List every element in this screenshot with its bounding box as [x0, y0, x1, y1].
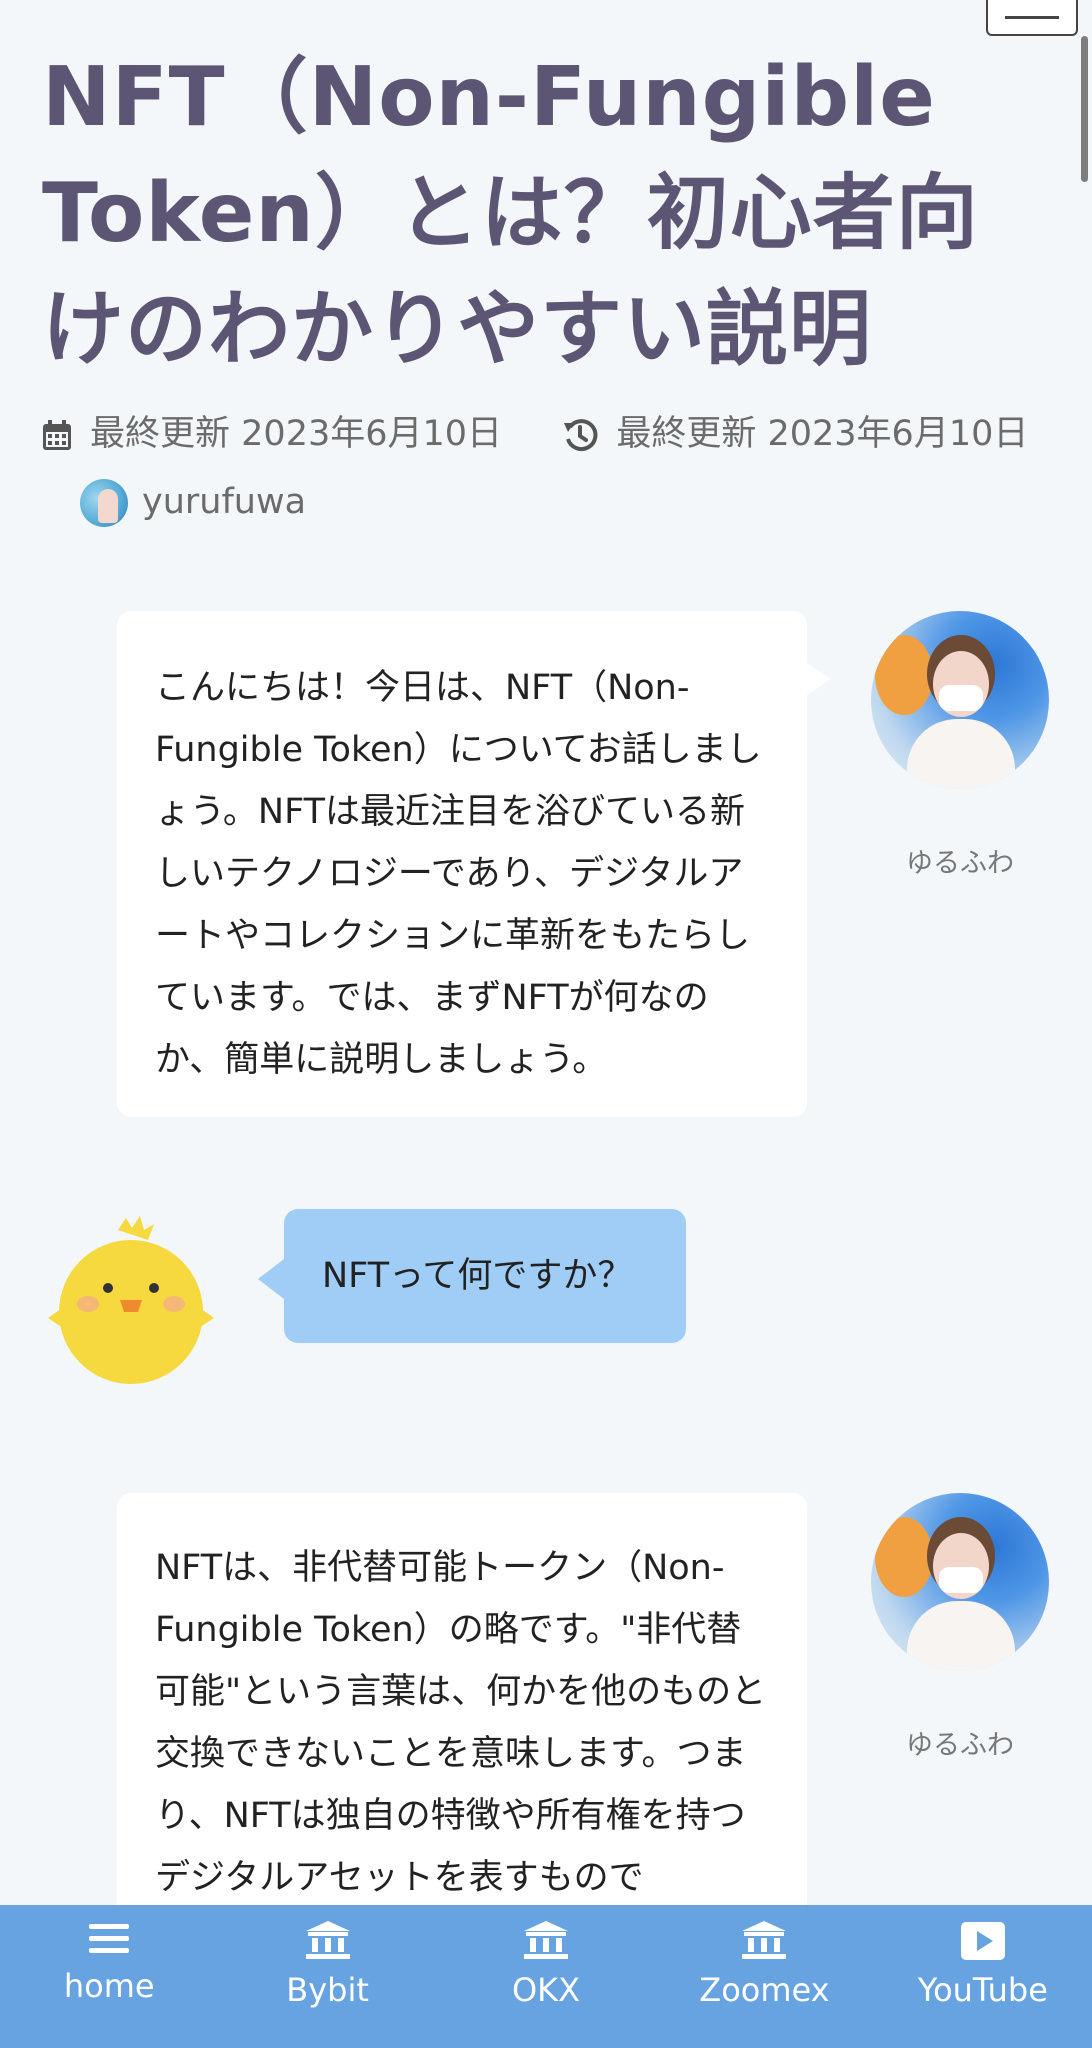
speaker-name: ゆるふわ — [906, 1730, 1014, 1761]
menu-icon — [89, 1924, 130, 1953]
speaker-yurufuwa: ゆるふわ — [870, 1493, 1050, 1762]
chat-text: NFTは、非代替可能トークン（Non-Fungible Token）の略です。"… — [155, 1548, 767, 1898]
scrollbar[interactable] — [1081, 36, 1088, 182]
published-date: 最終更新 2023年6月10日 — [42, 414, 513, 454]
page-title: NFT（Non-Fungible Token）とは？初心者向けのわかりやすい説明 — [42, 50, 979, 377]
menu-icon — [1005, 15, 1059, 19]
author-name[interactable]: yurufuwa — [142, 482, 306, 522]
nav-zoomex[interactable]: Zoomex — [655, 1905, 873, 2048]
bank-icon — [305, 1921, 350, 1959]
chick-avatar — [48, 1216, 214, 1384]
speaker-avatar — [871, 1493, 1049, 1671]
author-avatar[interactable] — [80, 479, 128, 527]
question-bubble: NFTって何ですか？ — [258, 1209, 686, 1343]
updated-date: 最終更新 2023年6月10日 — [551, 414, 1028, 454]
history-icon — [564, 419, 598, 452]
play-icon — [960, 1922, 1005, 1960]
speaker-yurufuwa: ゆるふわ — [870, 611, 1050, 880]
speaker-name: ゆるふわ — [906, 848, 1014, 879]
post-meta: 最終更新 2023年6月10日 最終更新 2023年6月10日 yurufuwa — [42, 400, 1052, 536]
chat-bubble: こんにちは！今日は、NFT（Non-Fungible Token）についてお話し… — [117, 611, 831, 1117]
bottom-navigation: home Bybit OKX Zoomex YouTube — [0, 1905, 1092, 2048]
nav-youtube[interactable]: YouTube — [874, 1905, 1092, 2048]
bank-icon — [742, 1921, 787, 1959]
chat-text: こんにちは！今日は、NFT（Non-Fungible Token）についてお話し… — [155, 668, 762, 1080]
chat-text: NFTって何ですか？ — [322, 1256, 633, 1296]
chat-bubble: NFTは、非代替可能トークン（Non-Fungible Token）の略です。"… — [117, 1493, 807, 1913]
speaker-avatar — [871, 611, 1049, 789]
bank-icon — [524, 1921, 569, 1959]
calendar-icon — [43, 420, 71, 450]
nav-home[interactable]: home — [0, 1905, 218, 2048]
nav-okx[interactable]: OKX — [437, 1905, 655, 2048]
nav-bybit[interactable]: Bybit — [218, 1905, 436, 2048]
menu-button[interactable] — [986, 0, 1078, 36]
